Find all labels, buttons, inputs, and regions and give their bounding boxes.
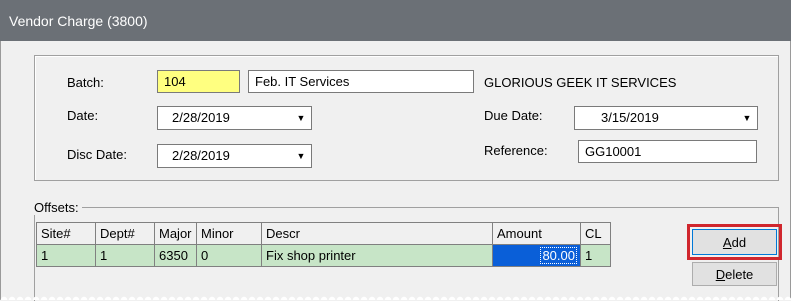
chevron-down-icon[interactable]: ▼ bbox=[737, 107, 757, 129]
column-header[interactable]: Descr bbox=[261, 222, 493, 245]
major-cell[interactable]: 6350 bbox=[154, 244, 197, 267]
chevron-down-icon[interactable]: ▼ bbox=[291, 145, 311, 167]
window-title: Vendor Charge (3800) bbox=[9, 12, 148, 29]
column-header[interactable]: Amount bbox=[492, 222, 581, 245]
add-button-label: dd bbox=[731, 234, 747, 250]
chevron-down-icon[interactable]: ▼ bbox=[291, 107, 311, 129]
amount-value: 80.00 bbox=[540, 247, 577, 264]
vendor-name: GLORIOUS GEEK IT SERVICES bbox=[484, 75, 677, 90]
date-label: Date: bbox=[67, 108, 99, 123]
delete-button-label: elete bbox=[725, 266, 754, 282]
column-header[interactable]: Site# bbox=[36, 222, 96, 245]
add-button[interactable]: Add bbox=[692, 229, 777, 255]
reference-field[interactable]: GG10001 bbox=[578, 140, 757, 163]
reference-label: Reference: bbox=[484, 143, 548, 158]
date-dropdown[interactable]: 2/28/2019 ▼ bbox=[157, 106, 312, 130]
cl-cell[interactable]: 1 bbox=[580, 244, 611, 267]
disc-date-dropdown[interactable]: 2/28/2019 ▼ bbox=[157, 144, 312, 168]
window-title-bar[interactable]: Vendor Charge (3800) bbox=[0, 0, 791, 41]
minor-cell[interactable]: 0 bbox=[196, 244, 262, 267]
descr-cell[interactable]: Fix shop printer bbox=[261, 244, 493, 267]
amount-cell[interactable]: 80.00 bbox=[492, 244, 581, 267]
due-date-dropdown[interactable]: 3/15/2019 ▼ bbox=[574, 106, 758, 130]
batch-field[interactable]: 104 bbox=[157, 70, 240, 93]
site-cell[interactable]: 1 bbox=[36, 244, 96, 267]
column-header[interactable]: Major bbox=[154, 222, 197, 245]
batch-description-field[interactable]: Feb. IT Services bbox=[248, 70, 474, 93]
offsets-label: Offsets: bbox=[34, 200, 82, 215]
torn-edge bbox=[0, 292, 791, 300]
table-row[interactable]: 1 1 6350 0 Fix shop printer 80.00 1 bbox=[36, 244, 611, 267]
batch-label: Batch: bbox=[67, 75, 104, 90]
column-header[interactable]: CL bbox=[580, 222, 611, 245]
column-header[interactable]: Dept# bbox=[95, 222, 155, 245]
dept-cell[interactable]: 1 bbox=[95, 244, 155, 267]
due-date-value: 3/15/2019 bbox=[601, 110, 659, 125]
date-value: 2/28/2019 bbox=[172, 110, 230, 125]
disc-date-value: 2/28/2019 bbox=[172, 148, 230, 163]
delete-button[interactable]: Delete bbox=[692, 262, 777, 286]
column-header[interactable]: Minor bbox=[196, 222, 262, 245]
disc-date-label: Disc Date: bbox=[67, 147, 127, 162]
due-date-label: Due Date: bbox=[484, 108, 543, 123]
offsets-grid[interactable]: Site# Dept# Major Minor Descr Amount CL … bbox=[36, 222, 611, 267]
grid-header-row: Site# Dept# Major Minor Descr Amount CL bbox=[36, 222, 611, 245]
